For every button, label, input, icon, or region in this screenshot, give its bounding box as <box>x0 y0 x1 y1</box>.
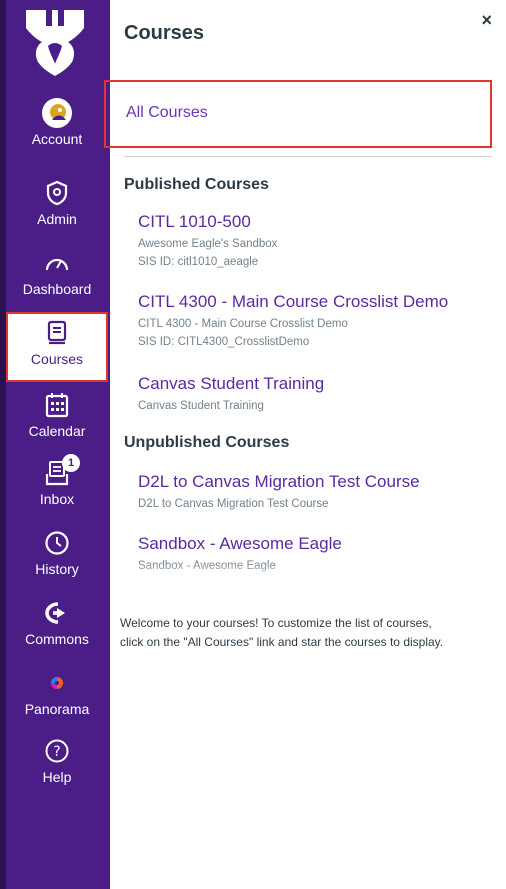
list-fade <box>110 562 506 586</box>
nav-item-dashboard[interactable]: Dashboard <box>6 248 108 312</box>
close-icon[interactable]: × <box>481 10 492 31</box>
nav-item-courses[interactable]: Courses <box>6 312 108 382</box>
published-courses-heading: Published Courses <box>124 176 269 193</box>
nav-label: History <box>35 561 79 577</box>
global-nav: Account Admin Dashboard Courses Calendar… <box>0 0 110 889</box>
nav-label: Account <box>31 131 83 147</box>
nav-label: Dashboard <box>22 281 92 297</box>
inbox-unread-badge: 1 <box>62 454 80 472</box>
nav-item-inbox[interactable]: 1 Inbox <box>6 454 108 522</box>
course-link[interactable]: CITL 4300 - Main Course Crosslist Demo <box>138 292 488 312</box>
course-link[interactable]: D2L to Canvas Migration Test Course <box>138 472 488 492</box>
courses-help-text: Welcome to your courses! To customize th… <box>120 616 444 649</box>
nav-label: Courses <box>30 351 84 367</box>
speedometer-icon <box>42 248 72 278</box>
course-term: CITL 4300 - Main Course Crosslist Demo <box>138 318 348 330</box>
nav-item-account[interactable]: Account <box>6 98 108 162</box>
panorama-icon <box>42 668 72 698</box>
list-item: Canvas Student Training Canvas Student T… <box>138 374 488 414</box>
courses-tray: Courses × All Courses Published Courses … <box>104 0 506 889</box>
nav-label: Calendar <box>28 423 86 439</box>
course-link[interactable]: Sandbox - Awesome Eagle <box>138 534 488 554</box>
nav-label: Commons <box>25 631 89 647</box>
nav-item-history[interactable]: History <box>6 528 108 592</box>
course-link[interactable]: CITL 1010-500 <box>138 212 488 232</box>
course-term: D2L to Canvas Migration Test Course <box>138 498 329 510</box>
commons-arrow-icon <box>42 598 72 628</box>
nav-item-calendar[interactable]: Calendar <box>6 390 108 454</box>
list-item: CITL 1010-500 Awesome Eagle's Sandbox SI… <box>138 212 488 270</box>
nav-label: Help <box>42 769 72 785</box>
list-item: CITL 4300 - Main Course Crosslist Demo C… <box>138 292 488 350</box>
nav-label: Panorama <box>24 701 90 717</box>
course-term: Awesome Eagle's Sandbox <box>138 238 278 250</box>
course-sis-id: SIS ID: citl1010_aeagle <box>138 256 259 268</box>
svg-text:?: ? <box>53 744 60 760</box>
nav-label: Admin <box>37 211 77 227</box>
all-courses-link[interactable]: All Courses <box>126 104 208 121</box>
tray-title: Courses <box>124 22 205 44</box>
course-sis-id: SIS ID: CITL4300_CrosslistDemo <box>138 336 310 348</box>
nav-item-help[interactable]: ? Help <box>6 736 108 800</box>
list-item: D2L to Canvas Migration Test Course D2L … <box>138 472 488 512</box>
nav-label: Inbox <box>39 491 75 507</box>
clock-icon <box>42 528 72 558</box>
nav-item-admin[interactable]: Admin <box>6 178 108 242</box>
calendar-icon <box>42 390 72 420</box>
course-link[interactable]: Canvas Student Training <box>138 374 488 394</box>
nav-item-panorama[interactable]: Panorama <box>6 668 108 732</box>
unpublished-courses-heading: Unpublished Courses <box>124 434 290 451</box>
nav-item-commons[interactable]: Commons <box>6 598 108 662</box>
inbox-icon: 1 <box>42 454 80 488</box>
help-icon: ? <box>42 736 72 766</box>
all-courses-highlight: All Courses <box>104 80 492 148</box>
eagle-logo-icon[interactable] <box>22 6 88 78</box>
course-term: Canvas Student Training <box>138 400 264 412</box>
divider <box>124 156 492 157</box>
account-avatar-icon <box>42 98 72 128</box>
shield-icon <box>42 178 72 208</box>
book-icon <box>42 318 72 348</box>
